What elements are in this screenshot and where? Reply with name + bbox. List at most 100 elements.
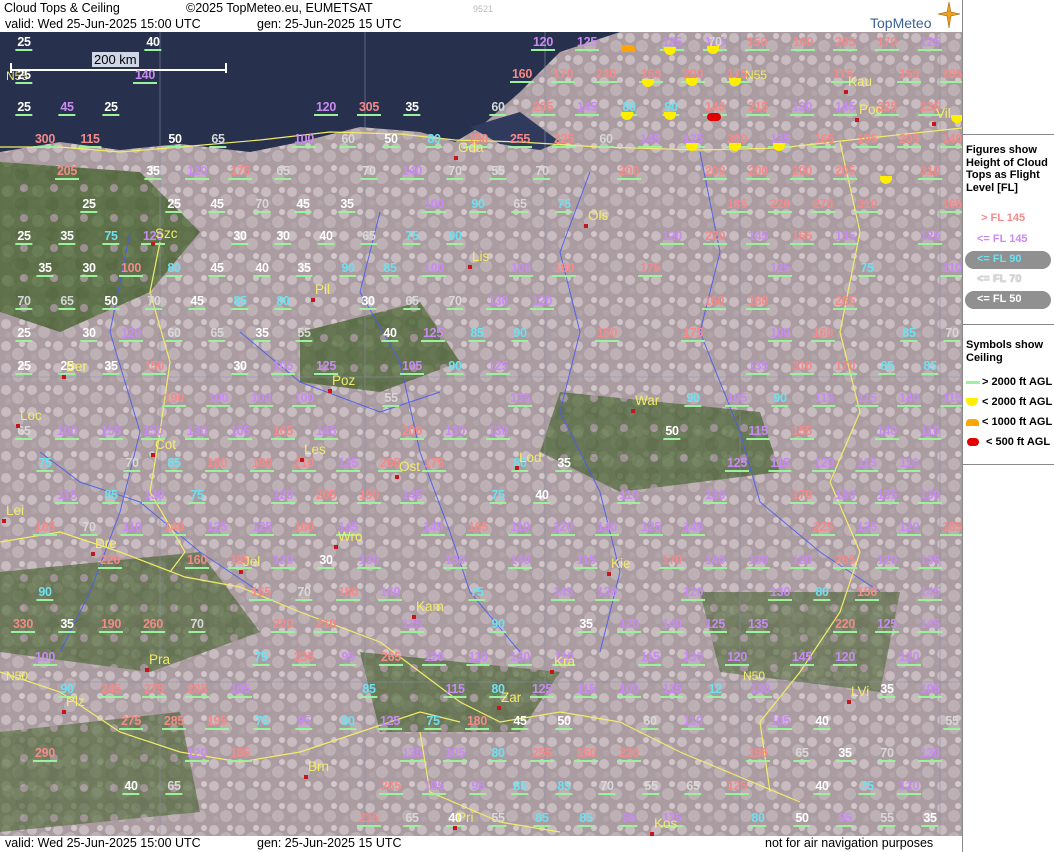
cloud-top-figure: 125 [421, 326, 445, 342]
cloud-top-figure: 120 [897, 650, 921, 666]
cloud-top-figure: 35 [102, 359, 121, 375]
cloud-top-figure: 195 [746, 746, 770, 762]
city-marker [847, 700, 851, 704]
cloud-top-figure: 120 [897, 520, 921, 536]
cloud-top-figure: 110 [508, 520, 532, 536]
cloud-top-figure: 115 [574, 553, 598, 569]
cloud-top-figure: 30 [231, 359, 250, 375]
cloud-top-figure: 135 [855, 520, 879, 536]
city-marker [16, 424, 20, 428]
cloud-top-figure: 35 [878, 682, 897, 698]
cloud-top-figure: 140 [897, 391, 921, 407]
cloud-top-figure: 265 [379, 650, 403, 666]
cloud-top-figure: 40 [813, 714, 832, 730]
cloud-top-figure: 70 [80, 520, 99, 536]
legend-ceiling-above-2000: > 2000 ft AGL [963, 376, 1054, 391]
cloud-top-figure: 145 [790, 650, 814, 666]
cloud-top-figure: 115 [78, 132, 102, 148]
cloud-top-figure: 220 [703, 229, 727, 245]
city-marker [62, 710, 66, 714]
cloud-top-figure: 55 [382, 391, 401, 407]
cloud-top-figure: 200 [400, 424, 424, 440]
cloud-top-figure: 170 [660, 553, 684, 569]
cloud-top-figure: 125 [400, 617, 424, 633]
cloud-top-figure: 180 [465, 714, 489, 730]
cloud-top-figure: 140 [595, 520, 619, 536]
cloud-top-figure: 175 [638, 261, 662, 277]
cloud-top-figure: 240 [594, 67, 618, 83]
cloud-top-figure: 150 [855, 585, 879, 601]
cloud-top-figure: 100 [509, 261, 533, 277]
cloud-top-figure: 220 [833, 617, 857, 633]
cloud-top-figure: 75 [555, 197, 574, 213]
cloud-top-figure: 140 [875, 424, 899, 440]
cloud-top-figure: 120 [531, 35, 555, 51]
cloud-top-figure: 115 [55, 488, 79, 504]
cloud-top-figure: 65 [403, 811, 422, 827]
cloud-top-figure: 120 [185, 164, 209, 180]
cloud-top-figure: 110 [681, 714, 705, 730]
cloud-top-figure: 120 [185, 746, 209, 762]
cloud-top-figure: 120 [790, 553, 814, 569]
cloud-top-figure: 85 [468, 326, 487, 342]
cloud-top-figure: 105 [725, 391, 749, 407]
legend-figures-title: Figures show Height of Cloud Tops as Fli… [966, 144, 1048, 194]
cloud-top-figure: 85 [555, 779, 574, 795]
cloud-top-figure: 40 [253, 261, 272, 277]
cloud-top-figure: 65 [165, 779, 184, 795]
cloud-top-figure: 85 [165, 456, 184, 472]
cloud-top-figure: 160 [702, 294, 726, 310]
cloud-top-figure: 130 [595, 585, 619, 601]
cloud-top-figure: 70 [15, 294, 34, 310]
cloud-top-figure: 135 [746, 617, 770, 633]
city-label: Les [304, 442, 326, 457]
cloud-top-figure: 30 [80, 326, 99, 342]
city-marker [550, 670, 554, 674]
cloud-top-figure: 140 [703, 100, 727, 116]
cloud-top-figure: 220 [617, 746, 641, 762]
cloud-top-figure: 115 [855, 456, 879, 472]
city-label: Gda [458, 140, 484, 155]
cloud-top-figure: 115 [746, 424, 770, 440]
city-marker [497, 706, 501, 710]
city-marker [311, 298, 315, 302]
cloud-top-figure: 125 [875, 617, 899, 633]
cloud-top-figure: 80 [749, 811, 768, 827]
cloud-top-figure: 265 [379, 779, 403, 795]
cloud-top-figure: 160 [185, 553, 209, 569]
cloud-top-figure: 170 [790, 488, 814, 504]
cloud-top-figure: 25 [15, 35, 34, 51]
cloud-top-figure: 135 [875, 488, 899, 504]
cloud-top-figure: 205 [833, 35, 857, 51]
cloud-top-figure: 75 [188, 488, 207, 504]
legend-item-le-fl50: <= FL 50 [963, 291, 1054, 309]
cloud-top-figure: 115 [768, 456, 792, 472]
cloud-top-figure: 220 [271, 617, 295, 633]
cloud-top-figure: 120 [530, 294, 554, 310]
cloud-top-figure: 70 [360, 164, 379, 180]
cloud-top-figure: 210 [314, 617, 338, 633]
city-label: Wro [338, 529, 363, 544]
cloud-top-figure: 12 [706, 682, 725, 698]
cloud-top-figure: 125 [703, 617, 727, 633]
cloud-top-figure: 55 [878, 811, 897, 827]
cloud-top-figure: 45 [294, 197, 313, 213]
cloud-top-figure: 135 [400, 746, 424, 762]
cloud-top-figure: 140 [378, 585, 402, 601]
cloud-top-figure: 130 [142, 488, 166, 504]
cloud-top-figure: 70 [295, 585, 314, 601]
cloud-top-figure: 190 [99, 617, 123, 633]
cloud-top-figure: 220 [768, 197, 792, 213]
footer-generated-time: gen: 25-Jun-2025 15 UTC [257, 836, 402, 850]
cloud-top-figure: 75 [253, 714, 272, 730]
cloud-top-figure: 115 [812, 391, 836, 407]
cloud-top-figure: 130 [443, 424, 467, 440]
cloud-top-figure: 175 [228, 164, 252, 180]
cloud-top-figure: 105 [271, 359, 295, 375]
city-marker [91, 552, 95, 556]
cloud-top-figure: 265 [378, 456, 402, 472]
cloud-top-figure: 70 [533, 164, 552, 180]
cloud-top-figure: 175 [422, 456, 446, 472]
cloud-top-figure: 205 [55, 164, 79, 180]
city-label: Pil [315, 282, 331, 297]
